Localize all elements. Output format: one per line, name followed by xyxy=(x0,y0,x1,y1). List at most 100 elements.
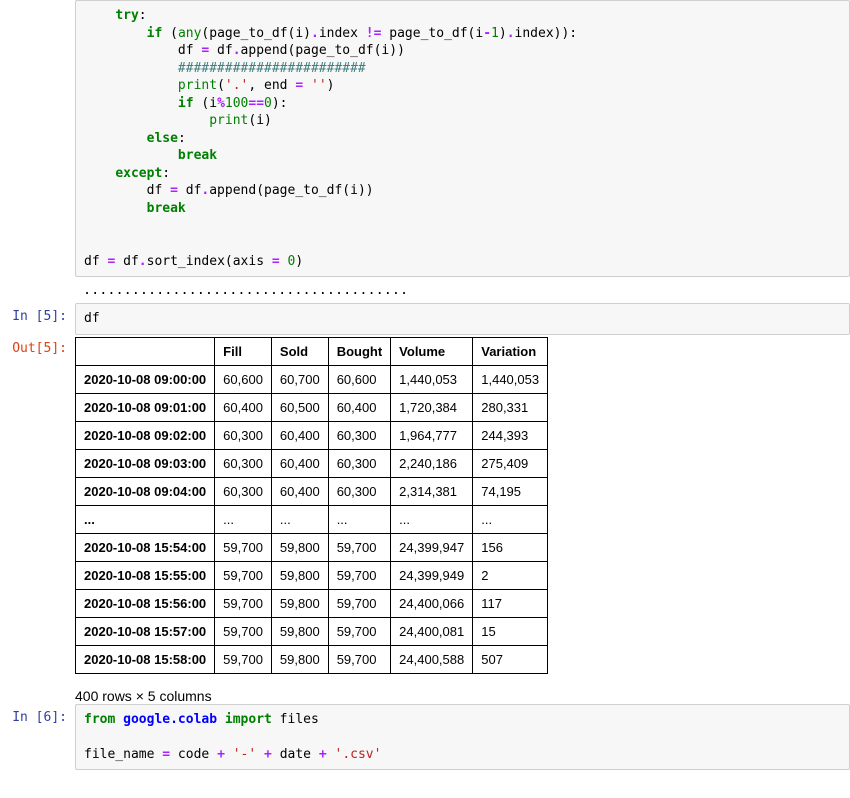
table-cell: 60,700 xyxy=(271,365,328,393)
table-cell: ... xyxy=(328,505,390,533)
row-index: 2020-10-08 15:58:00 xyxy=(76,645,215,673)
table-row: .................. xyxy=(76,505,548,533)
column-header xyxy=(76,337,215,365)
code-input-area[interactable]: try: if (any(page_to_df(i).index != page… xyxy=(75,0,850,277)
table-row: 2020-10-08 15:57:0059,70059,80059,70024,… xyxy=(76,617,548,645)
table-cell: 1,440,053 xyxy=(391,365,473,393)
table-cell: 59,700 xyxy=(328,561,390,589)
row-index: 2020-10-08 15:54:00 xyxy=(76,533,215,561)
row-index: 2020-10-08 15:57:00 xyxy=(76,617,215,645)
table-cell: 24,400,588 xyxy=(391,645,473,673)
column-header: Volume xyxy=(391,337,473,365)
output-cell: Out[5]: FillSoldBoughtVolumeVariation 20… xyxy=(0,335,850,704)
table-cell: 60,500 xyxy=(271,393,328,421)
row-index: ... xyxy=(76,505,215,533)
table-cell: 1,440,053 xyxy=(473,365,548,393)
table-cell: 24,399,947 xyxy=(391,533,473,561)
stdout-text: ........................................ xyxy=(75,277,850,303)
table-cell: 244,393 xyxy=(473,421,548,449)
table-cell: 59,700 xyxy=(215,533,272,561)
table-row: 2020-10-08 15:58:0059,70059,80059,70024,… xyxy=(76,645,548,673)
stdout-output: ........................................ xyxy=(0,277,850,303)
table-cell: 59,700 xyxy=(328,645,390,673)
table-cell: 59,800 xyxy=(271,617,328,645)
table-cell: 60,400 xyxy=(271,449,328,477)
table-cell: 59,800 xyxy=(271,561,328,589)
input-prompt xyxy=(0,0,75,277)
table-cell: 24,399,949 xyxy=(391,561,473,589)
table-cell: 15 xyxy=(473,617,548,645)
table-cell: 60,600 xyxy=(328,365,390,393)
code-cell: In [6]: from google.colab import files f… xyxy=(0,704,850,771)
row-index: 2020-10-08 15:55:00 xyxy=(76,561,215,589)
table-cell: 60,400 xyxy=(215,393,272,421)
table-cell: 59,700 xyxy=(328,589,390,617)
table-cell: 1,720,384 xyxy=(391,393,473,421)
table-cell: 59,700 xyxy=(215,617,272,645)
table-cell: 60,300 xyxy=(215,477,272,505)
table-cell: 24,400,081 xyxy=(391,617,473,645)
table-cell: ... xyxy=(215,505,272,533)
table-row: 2020-10-08 09:00:0060,60060,70060,6001,4… xyxy=(76,365,548,393)
code-input-area[interactable]: df xyxy=(75,303,850,335)
table-cell: 60,300 xyxy=(328,477,390,505)
table-cell: 59,800 xyxy=(271,645,328,673)
row-index: 2020-10-08 09:04:00 xyxy=(76,477,215,505)
table-cell: 59,700 xyxy=(215,645,272,673)
row-index: 2020-10-08 15:56:00 xyxy=(76,589,215,617)
table-cell: 2 xyxy=(473,561,548,589)
table-row: 2020-10-08 15:56:0059,70059,80059,70024,… xyxy=(76,589,548,617)
code-cell: try: if (any(page_to_df(i).index != page… xyxy=(0,0,850,277)
table-cell: 2,314,381 xyxy=(391,477,473,505)
table-header-row: FillSoldBoughtVolumeVariation xyxy=(76,337,548,365)
table-cell: 156 xyxy=(473,533,548,561)
table-cell: 60,400 xyxy=(271,421,328,449)
table-row: 2020-10-08 09:04:0060,30060,40060,3002,3… xyxy=(76,477,548,505)
column-header: Variation xyxy=(473,337,548,365)
table-cell: 59,800 xyxy=(271,589,328,617)
table-cell: 59,700 xyxy=(215,589,272,617)
column-header: Sold xyxy=(271,337,328,365)
table-row: 2020-10-08 09:01:0060,40060,50060,4001,7… xyxy=(76,393,548,421)
dataframe-output: FillSoldBoughtVolumeVariation 2020-10-08… xyxy=(75,335,850,704)
table-cell: ... xyxy=(391,505,473,533)
table-cell: 60,400 xyxy=(328,393,390,421)
table-cell: 60,400 xyxy=(271,477,328,505)
table-cell: 59,700 xyxy=(215,561,272,589)
dataframe-caption: 400 rows × 5 columns xyxy=(75,674,850,704)
output-prompt: Out[5]: xyxy=(0,335,75,704)
row-index: 2020-10-08 09:01:00 xyxy=(76,393,215,421)
table-cell: 24,400,066 xyxy=(391,589,473,617)
code-input-area[interactable]: from google.colab import files file_name… xyxy=(75,704,850,771)
table-cell: 60,300 xyxy=(215,449,272,477)
row-index: 2020-10-08 09:02:00 xyxy=(76,421,215,449)
table-cell: 74,195 xyxy=(473,477,548,505)
output-prompt-empty xyxy=(0,277,75,303)
table-cell: 60,600 xyxy=(215,365,272,393)
table-cell: ... xyxy=(271,505,328,533)
table-cell: 275,409 xyxy=(473,449,548,477)
table-cell: 1,964,777 xyxy=(391,421,473,449)
table-cell: 59,700 xyxy=(328,617,390,645)
row-index: 2020-10-08 09:03:00 xyxy=(76,449,215,477)
table-row: 2020-10-08 09:02:0060,30060,40060,3001,9… xyxy=(76,421,548,449)
table-cell: 117 xyxy=(473,589,548,617)
row-index: 2020-10-08 09:00:00 xyxy=(76,365,215,393)
table-row: 2020-10-08 15:55:0059,70059,80059,70024,… xyxy=(76,561,548,589)
table-cell: 59,700 xyxy=(328,533,390,561)
table-cell: 2,240,186 xyxy=(391,449,473,477)
input-prompt: In [5]: xyxy=(0,303,75,335)
table-row: 2020-10-08 09:03:0060,30060,40060,3002,2… xyxy=(76,449,548,477)
table-cell: 60,300 xyxy=(328,421,390,449)
dataframe-table: FillSoldBoughtVolumeVariation 2020-10-08… xyxy=(75,337,548,674)
table-cell: 59,800 xyxy=(271,533,328,561)
column-header: Bought xyxy=(328,337,390,365)
table-row: 2020-10-08 15:54:0059,70059,80059,70024,… xyxy=(76,533,548,561)
table-cell: ... xyxy=(473,505,548,533)
table-cell: 60,300 xyxy=(328,449,390,477)
table-cell: 507 xyxy=(473,645,548,673)
column-header: Fill xyxy=(215,337,272,365)
table-cell: 280,331 xyxy=(473,393,548,421)
code-cell: In [5]: df xyxy=(0,303,850,335)
table-cell: 60,300 xyxy=(215,421,272,449)
